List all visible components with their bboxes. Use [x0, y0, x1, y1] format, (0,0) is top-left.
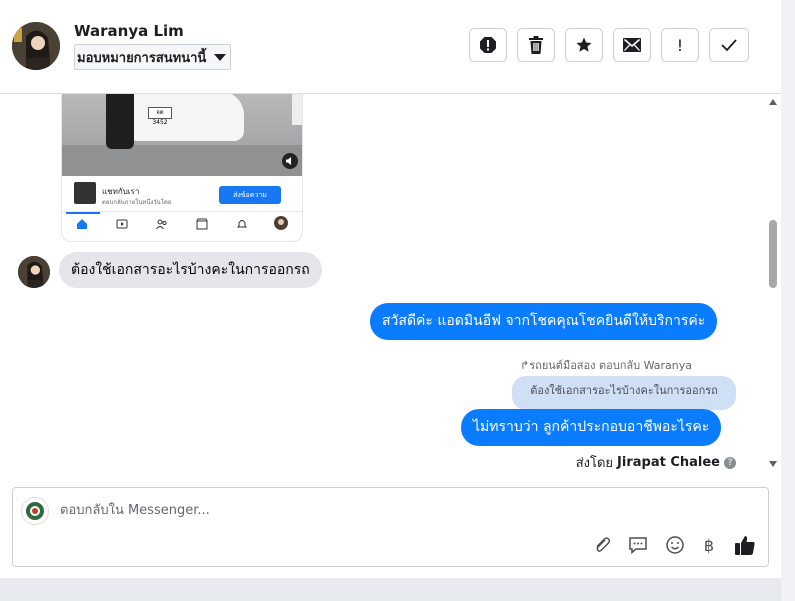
mark-unread-button[interactable] [613, 28, 651, 62]
star-icon [576, 37, 592, 52]
reply-icon: ↱ [520, 359, 530, 372]
attach-button[interactable] [591, 534, 613, 556]
envelope-icon [623, 38, 641, 52]
home-icon [77, 219, 87, 229]
friends-icon [156, 219, 167, 230]
scroll-up-arrow[interactable] [769, 99, 777, 105]
reply-input[interactable] [55, 498, 665, 522]
page-edge [781, 0, 795, 601]
chevron-down-icon [214, 53, 227, 61]
baht-icon: ฿ [703, 535, 715, 555]
outgoing-message[interactable]: ไม่ทราบว่า ลูกค้าประกอบอาชีพอะไรคะ [461, 409, 722, 446]
phone-nav-bar [62, 211, 302, 241]
check-icon [721, 39, 737, 51]
trash-icon [529, 36, 543, 54]
sender-name: Jirapat Chalee [617, 455, 720, 470]
paperclip-icon [596, 537, 611, 552]
star-button[interactable] [565, 28, 603, 62]
video-icon [116, 219, 128, 229]
send-message-button: ส่งข้อความ [219, 186, 281, 204]
delete-button[interactable] [517, 28, 555, 62]
bell-icon [236, 220, 248, 228]
page-card: แชทกับเรา ตอบกลับภายในหนึ่งวันโดย ส่งข้อ… [70, 180, 294, 210]
scrollbar-thumb[interactable] [769, 220, 777, 288]
conversation-panel: Waranya Lim มอบหมายการสนทนานี้ ! จต 3452… [0, 0, 781, 578]
incoming-message[interactable]: ต้องใช้เอกสารอะไรบ้างคะในการออกรถ [59, 252, 322, 288]
mark-done-button[interactable] [709, 28, 749, 62]
mark-spam-button[interactable] [469, 28, 507, 62]
chat-bubble-icon [629, 537, 647, 555]
like-button[interactable] [734, 534, 756, 556]
page-avatar [21, 497, 49, 525]
conversation-header: Waranya Lim มอบหมายการสนทนานี้ ! [0, 0, 781, 94]
info-icon[interactable]: ? [724, 456, 736, 469]
quoted-message[interactable]: ต้องใช้เอกสารอะไรบ้างคะในการออกรถ [512, 376, 736, 410]
contact-name: Waranya Lim [74, 22, 184, 40]
shared-screenshot-image[interactable]: จต 3452 แชทกับเรา ตอบกลับภายในหนึ่งวันโด… [61, 94, 303, 242]
mute-icon [282, 153, 298, 169]
thumbs-up-icon [735, 536, 755, 555]
profile-icon [274, 216, 288, 230]
car-photo: จต 3452 [62, 94, 302, 176]
reply-composer: ฿ [12, 487, 769, 567]
message-list: จต 3452 แชทกับเรา ตอบกลับภายในหนึ่งวันโด… [0, 94, 766, 474]
smiley-icon [666, 536, 684, 554]
avatar [18, 256, 50, 288]
sent-by-label: ส่งโดย Jirapat Chalee ? [576, 452, 736, 473]
assign-label: มอบหมายการสนทนานี้ [77, 50, 207, 66]
avatar[interactable] [12, 22, 60, 70]
mark-important-button[interactable]: ! [661, 28, 699, 62]
scroll-down-arrow[interactable] [769, 461, 777, 467]
emoji-button[interactable] [664, 534, 686, 556]
license-plate: จต 3452 [148, 107, 172, 126]
card-subtitle: ตอบกลับภายในหนึ่งวันโดย [102, 199, 172, 206]
reply-context: ↱รถยนต์มือสอง ตอบกลับ Waranya [520, 359, 692, 372]
outgoing-message[interactable]: สวัสดีค่ะ แอดมินอีฟ จากโชคคุณโชคยินดีให้… [370, 303, 718, 340]
spam-icon [480, 37, 496, 53]
saved-replies-button[interactable] [627, 534, 649, 556]
payment-button[interactable]: ฿ [698, 534, 720, 556]
important-icon: ! [676, 35, 684, 55]
assign-conversation-dropdown[interactable]: มอบหมายการสนทนานี้ [74, 44, 232, 70]
marketplace-icon [196, 218, 208, 230]
scrollbar[interactable] [766, 94, 781, 474]
